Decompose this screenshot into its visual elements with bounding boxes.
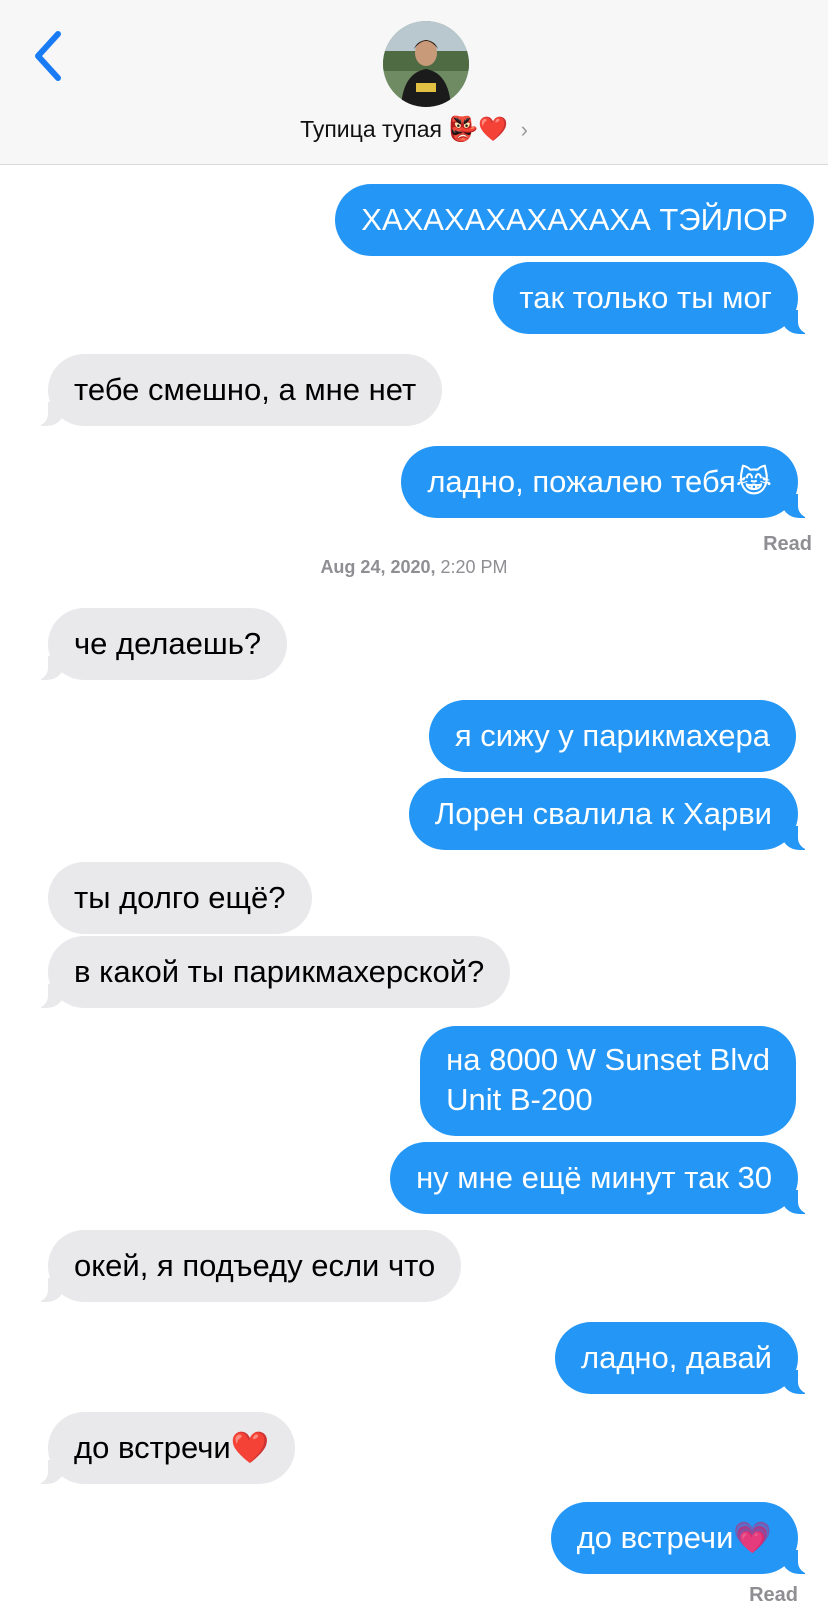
message-bubble-outgoing[interactable]: ладно, пожалею тебя😹 — [401, 446, 816, 518]
conversation-header: Тупица тупая 👺❤️ › — [0, 0, 828, 165]
message-bubble-outgoing[interactable]: ладно, давай — [554, 1322, 817, 1394]
message-bubble-outgoing[interactable]: ХАХАХАХАХАХАХА ТЭЙЛОР — [335, 184, 814, 256]
message-bubble-incoming[interactable]: че делаешь? — [29, 608, 288, 680]
contact-avatar[interactable] — [383, 21, 469, 107]
conversation-timestamp: Aug 24, 2020, 2:20 PM — [320, 557, 508, 577]
message-bubble-incoming[interactable]: тебе смешно, а мне нет — [29, 354, 443, 426]
message-bubble-incoming[interactable]: в какой ты парикмахерской? — [29, 936, 511, 1008]
read-receipt: Read — [763, 533, 812, 555]
contact-name-emoji: 👺❤️ — [448, 116, 509, 143]
contact-name: Тупица тупая — [300, 116, 443, 142]
message-bubble-incoming[interactable]: ты долго ещё? — [48, 862, 312, 934]
message-bubble-outgoing[interactable]: так только ты мог — [493, 262, 816, 334]
chevron-right-icon: › — [520, 117, 528, 142]
message-bubble-outgoing[interactable]: ну мне ещё минут так 30 — [390, 1142, 816, 1214]
message-bubble-outgoing[interactable]: на 8000 W Sunset Blvd Unit B-200 — [420, 1026, 796, 1136]
message-bubble-outgoing[interactable]: Лорен свалила к Харви — [408, 778, 817, 850]
read-receipt: Read — [749, 1584, 798, 1606]
contact-name-row[interactable]: Тупица тупая 👺❤️ › — [0, 112, 828, 147]
message-bubble-incoming[interactable]: окей, я подъеду если что — [29, 1230, 462, 1302]
message-bubble-outgoing[interactable]: до встречи💗 — [550, 1502, 817, 1574]
back-chevron-icon[interactable] — [30, 28, 70, 84]
message-bubble-incoming[interactable]: до встречи❤️ — [29, 1412, 296, 1484]
message-bubble-outgoing[interactable]: я сижу у парикмахера — [428, 700, 796, 772]
